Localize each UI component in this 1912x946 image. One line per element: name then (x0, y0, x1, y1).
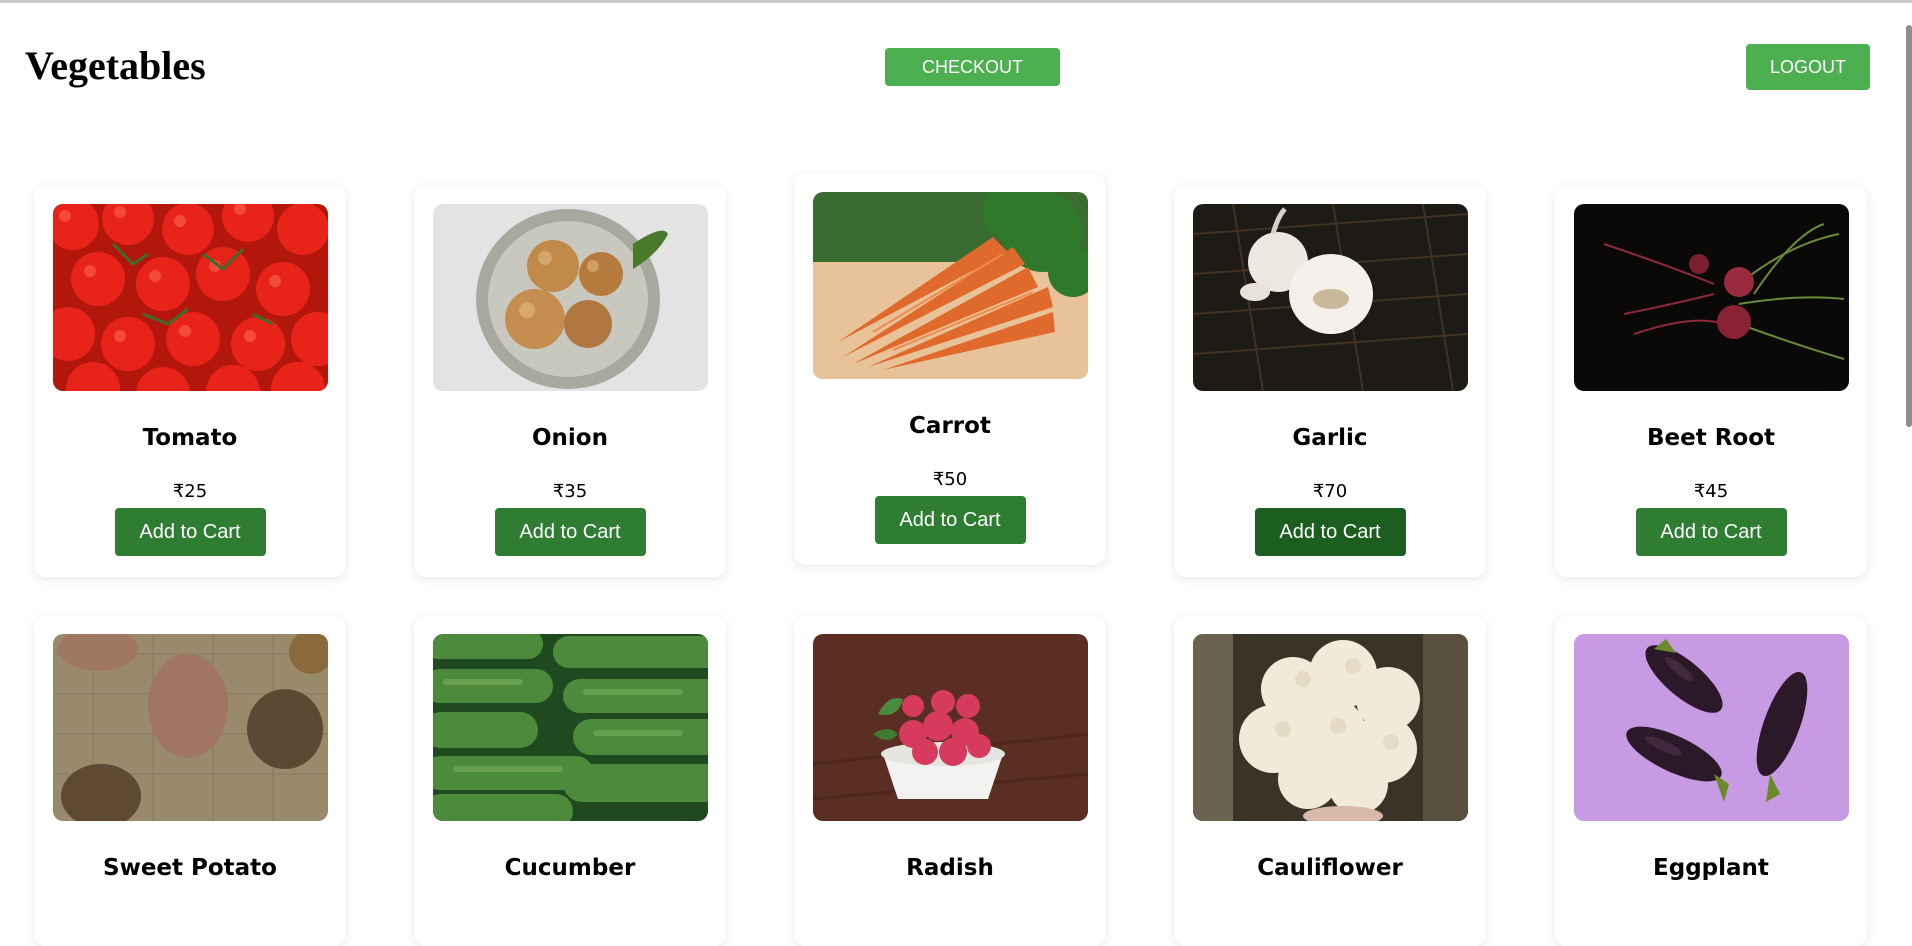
tomato-image (52, 204, 328, 391)
add-to-cart-button[interactable]: Add to Cart (494, 508, 646, 556)
product-card-radish: Radish (794, 616, 1106, 946)
cucumber-image (432, 634, 708, 821)
product-name: Tomato (142, 425, 238, 451)
cauliflower-image (1192, 634, 1468, 821)
add-to-cart-button[interactable]: Add to Cart (1254, 508, 1406, 556)
window-top-border (0, 0, 1912, 3)
product-price: ₹50 (932, 469, 968, 490)
product-card-tomato: Tomato ₹25 Add to Cart (34, 186, 346, 577)
add-to-cart-button[interactable]: Add to Cart (114, 508, 266, 556)
product-name: Carrot (909, 413, 991, 439)
logout-button[interactable]: LOGOUT (1746, 44, 1870, 90)
product-card-eggplant: Eggplant (1555, 616, 1867, 946)
product-card-carrot: Carrot ₹50 Add to Cart (794, 174, 1106, 565)
carrot-image (812, 192, 1088, 379)
beetroot-image (1573, 204, 1849, 391)
page-title: Vegetables (25, 43, 206, 88)
add-to-cart-button[interactable]: Add to Cart (1635, 508, 1787, 556)
product-price: ₹45 (1693, 481, 1729, 502)
product-name: Garlic (1292, 425, 1368, 451)
product-price: ₹25 (172, 481, 208, 502)
product-name: Radish (906, 855, 994, 881)
radish-image (812, 634, 1088, 821)
checkout-button[interactable]: CHECKOUT (885, 48, 1060, 86)
product-card-onion: Onion ₹35 Add to Cart (414, 186, 726, 577)
scrollbar-thumb[interactable] (1906, 25, 1912, 427)
product-name: Eggplant (1653, 855, 1769, 881)
product-name: Beet Root (1646, 425, 1776, 451)
product-name: Sweet Potato (103, 855, 277, 881)
product-price: ₹35 (552, 481, 588, 502)
product-name: Cauliflower (1257, 855, 1403, 881)
product-name: Cucumber (504, 855, 636, 881)
product-card-cauliflower: Cauliflower (1174, 616, 1486, 946)
garlic-image (1192, 204, 1468, 391)
product-price: ₹70 (1312, 481, 1348, 502)
onion-image (432, 204, 708, 391)
product-card-beet-root: Beet Root ₹45 Add to Cart (1555, 186, 1867, 577)
sweet-potato-image (52, 634, 328, 821)
add-to-cart-button[interactable]: Add to Cart (874, 496, 1026, 544)
product-card-cucumber: Cucumber (414, 616, 726, 946)
product-card-sweet-potato: Sweet Potato (34, 616, 346, 946)
product-name: Onion (532, 425, 608, 451)
product-card-garlic: Garlic ₹70 Add to Cart (1174, 186, 1486, 577)
eggplant-image (1573, 634, 1849, 821)
